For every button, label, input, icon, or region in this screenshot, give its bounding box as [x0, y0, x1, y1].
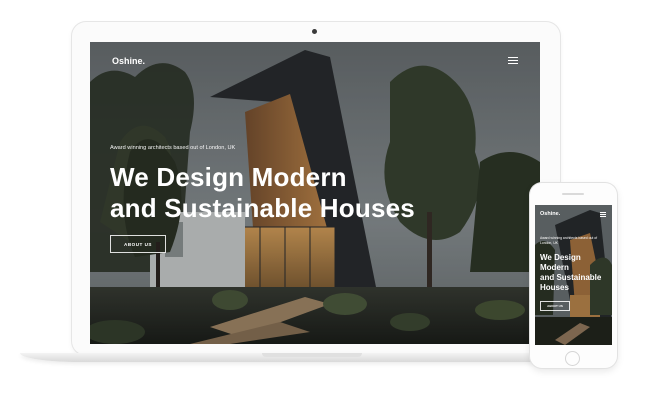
hero-headline-line-1: We Design Modern	[110, 162, 347, 192]
phone-home-button	[565, 351, 580, 366]
mobile-hamburger-menu-icon[interactable]	[600, 212, 606, 218]
hamburger-menu-icon[interactable]	[508, 57, 518, 66]
hero-headline: We Design Modern and Sustainable Houses	[110, 162, 530, 224]
phone-speaker	[562, 193, 584, 195]
mobile-hero-headline: We Design Modern and Sustainable Houses	[540, 253, 612, 293]
mobile-site-logo[interactable]: Oshine.	[540, 211, 560, 217]
mobile-headline-line-3: and Sustainable	[540, 273, 602, 282]
hero-headline-line-2: and Sustainable Houses	[110, 193, 415, 223]
mobile-hero-tagline: Award winning architects based out of Lo…	[540, 236, 598, 245]
mobile-headline-line-2: Modern	[540, 263, 569, 272]
mobile-headline-line-1: We Design	[540, 253, 581, 262]
mobile-about-us-button[interactable]: ABOUT US	[540, 301, 570, 311]
about-us-button[interactable]: ABOUT US	[110, 235, 166, 253]
site-logo[interactable]: Oshine.	[112, 56, 145, 66]
hero-tagline: Award winning architects based out of Lo…	[110, 145, 236, 151]
phone-screen: Oshine. Award winning architects based o…	[535, 205, 612, 345]
laptop-notch	[262, 353, 362, 357]
mobile-headline-line-4: Houses	[540, 283, 569, 292]
laptop-camera	[312, 29, 317, 34]
laptop-screen: Oshine. Award winning architects based o…	[90, 42, 540, 344]
